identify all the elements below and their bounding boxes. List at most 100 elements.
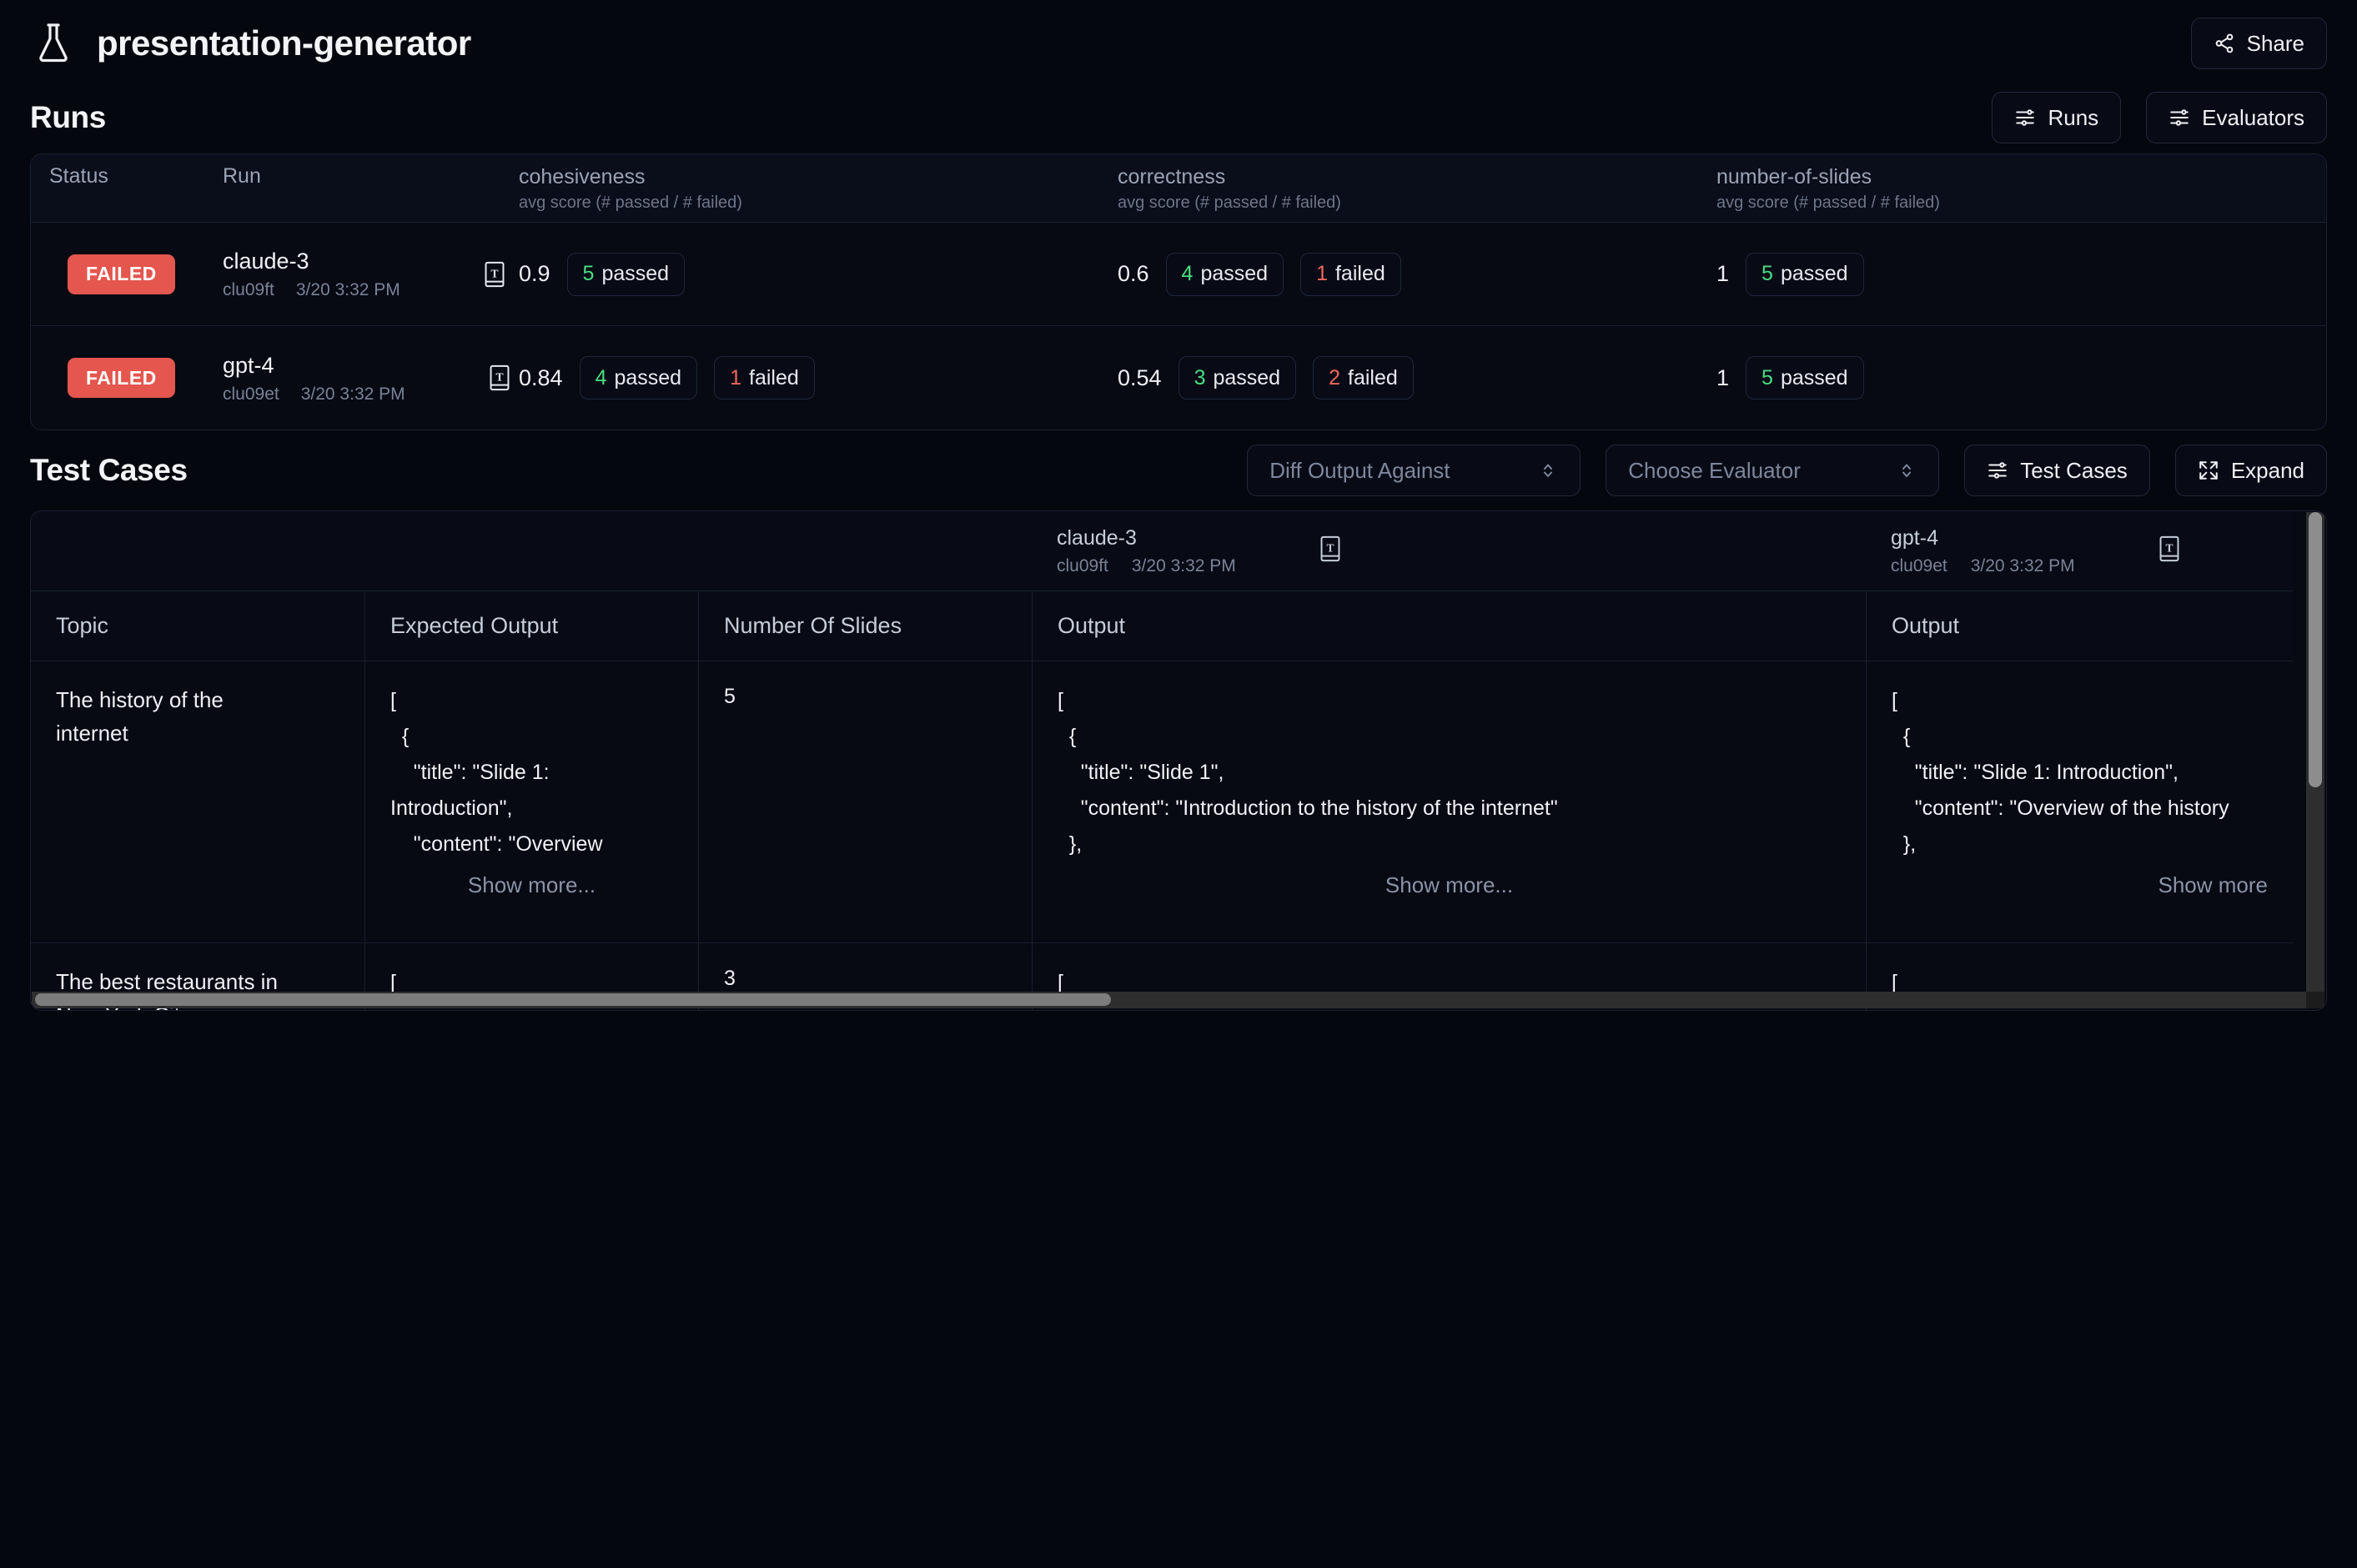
run-timestamp: 3/20 3:32 PM — [1970, 556, 2075, 575]
failed-badge: 1 failed — [1300, 252, 1401, 296]
chevron-updown-icon — [1897, 460, 1917, 480]
chevron-updown-icon — [1538, 460, 1558, 480]
run-metric-cohesiveness: 0.84 4 passed 1 failed — [519, 356, 1118, 400]
metric-score: 0.6 — [1118, 261, 1149, 286]
runs-table-header-row: Status Run cohesiveness avg score (# pas… — [31, 154, 2326, 223]
sliders-icon — [1987, 460, 2008, 481]
run-metric-correctness: 0.6 4 passed 1 failed — [1118, 252, 1716, 296]
run-name: claude-3 — [1057, 526, 1137, 550]
run-id: clu09et — [223, 384, 279, 404]
run-meta: clu09ft 3/20 3:32 PM — [1057, 556, 1236, 576]
run-id: clu09et — [1891, 556, 1947, 575]
cell-number-of-slides: 5 — [698, 661, 1032, 942]
show-more-link[interactable]: Show more... — [1058, 872, 1841, 898]
column-header-expected-output[interactable]: Expected Output — [364, 591, 698, 661]
text-document-icon[interactable]: T — [484, 261, 505, 288]
show-more-link[interactable]: Show more... — [390, 872, 673, 898]
svg-text:T: T — [495, 371, 503, 384]
run-header-claude-3: claude-3 clu09ft 3/20 3:32 PM T — [1032, 511, 1866, 591]
text-document-icon[interactable]: T — [1319, 535, 1341, 566]
text-document-icon[interactable]: T — [2158, 535, 2180, 566]
run-metric-cohesiveness: 0.9 5 passed — [519, 252, 1118, 296]
status-badge: FAILED — [68, 358, 175, 398]
vertical-scrollbar[interactable] — [2306, 512, 2324, 992]
topic-text: The history of the internet — [56, 687, 224, 746]
run-timestamp: 3/20 3:32 PM — [295, 280, 400, 299]
show-more-link[interactable]: Show more — [1892, 872, 2269, 898]
expand-button-label: Expand — [2230, 457, 2304, 483]
run-info-cell: claude-3 clu09ft 3/20 3:32 PM T — [223, 248, 519, 300]
flask-icon — [33, 22, 73, 65]
output-code-gpt-4: [ { "title": "Slide 1: Introduction", "c… — [1892, 689, 2229, 856]
passed-badge: 4 passed — [579, 356, 698, 400]
test-cases-filter-button[interactable]: Test Cases — [1964, 445, 2150, 496]
svg-text:T: T — [1326, 542, 1334, 555]
passed-badge: 5 passed — [566, 252, 686, 296]
run-metric-correctness: 0.54 3 passed 2 failed — [1118, 356, 1716, 400]
failed-badge: 1 failed — [714, 356, 815, 400]
run-metric-number-of-slides: 1 5 passed — [1716, 356, 2326, 400]
run-timestamp: 3/20 3:32 PM — [1131, 556, 1236, 575]
metric-score: 0.84 — [519, 364, 563, 390]
run-name: claude-3 — [223, 249, 309, 274]
metric-score: 0.9 — [519, 261, 550, 286]
runs-header-correctness: correctness avg score (# passed / # fail… — [1118, 165, 1341, 212]
column-header-output-gpt-4[interactable]: Output — [1866, 591, 2293, 661]
run-meta: clu09et 3/20 3:32 PM — [1891, 556, 2075, 576]
column-header-topic[interactable]: Topic — [31, 591, 364, 661]
table-row[interactable]: The history of the internet [ { "title":… — [31, 661, 2293, 943]
runs-filter-label: Runs — [2048, 104, 2099, 130]
run-metric-number-of-slides: 1 5 passed — [1716, 252, 2326, 296]
run-id: clu09ft — [223, 280, 274, 299]
table-row[interactable]: FAILED claude-3 clu09ft 3/20 3:32 PM T 0… — [31, 223, 2326, 326]
expand-icon — [2198, 460, 2219, 481]
test-cases-filter-label: Test Cases — [2020, 457, 2128, 483]
test-cases-run-header-row: claude-3 clu09ft 3/20 3:32 PM T gpt-4 cl… — [31, 511, 2293, 591]
column-header-output-claude-3[interactable]: Output — [1032, 591, 1866, 661]
runs-table: Status Run cohesiveness avg score (# pas… — [30, 153, 2327, 430]
run-header-spacer-topic — [31, 511, 364, 591]
share-button-label: Share — [2246, 30, 2304, 56]
expand-button[interactable]: Expand — [2174, 445, 2327, 496]
horizontal-scrollbar[interactable] — [32, 992, 2306, 1008]
test-cases-grid: claude-3 clu09ft 3/20 3:32 PM T gpt-4 cl… — [31, 511, 2293, 1010]
run-timestamp: 3/20 3:32 PM — [300, 384, 405, 404]
cell-output-claude-3: [ { "title": "Slide 1", "content": "Intr… — [1032, 661, 1866, 942]
text-document-icon[interactable]: T — [489, 364, 510, 391]
output-code-claude-3: [ { "title": "Slide 1", "content": "Intr… — [1058, 689, 1558, 856]
test-cases-section-header: Test Cases Diff Output Against Choose Ev… — [30, 430, 2327, 510]
vertical-scrollbar-thumb[interactable] — [2309, 512, 2322, 787]
sliders-icon — [2014, 107, 2036, 128]
evaluators-filter-button[interactable]: Evaluators — [2146, 92, 2327, 143]
metric-score: 1 — [1716, 261, 1730, 286]
passed-badge: 5 passed — [1746, 356, 1864, 400]
test-cases-scroll-area[interactable]: claude-3 clu09ft 3/20 3:32 PM T gpt-4 cl… — [31, 511, 2326, 1010]
svg-text:T: T — [490, 267, 498, 279]
run-header-spacer-slides — [698, 511, 1032, 591]
metric-score: 1 — [1716, 364, 1730, 390]
runs-header-cohesiveness: cohesiveness avg score (# passed / # fai… — [519, 165, 742, 212]
status-badge: FAILED — [68, 254, 175, 294]
top-bar: presentation-generator Share — [30, 0, 2327, 82]
app-root: presentation-generator Share Runs Runs E… — [0, 0, 2357, 1568]
metric-score: 0.54 — [1118, 364, 1162, 390]
diff-output-against-select[interactable]: Diff Output Against — [1247, 445, 1581, 496]
cell-output-gpt-4: [ { "title": "Slide 1: Introduction", "c… — [1866, 661, 2293, 942]
scrollbar-corner — [2306, 992, 2324, 1008]
number-of-slides-value: 5 — [724, 685, 736, 708]
failed-badge: 2 failed — [1313, 356, 1414, 400]
share-button[interactable]: Share — [2190, 18, 2327, 69]
horizontal-scrollbar-thumb[interactable] — [35, 993, 1111, 1006]
run-info-cell: gpt-4 clu09et 3/20 3:32 PM T — [223, 352, 519, 405]
runs-heading: Runs — [30, 100, 106, 134]
column-header-number-of-slides[interactable]: Number Of Slides — [698, 591, 1032, 661]
evaluators-filter-label: Evaluators — [2202, 104, 2304, 130]
test-cases-column-header-row: Topic Expected Output Number Of Slides O… — [31, 591, 2293, 661]
runs-filter-button[interactable]: Runs — [1992, 92, 2122, 143]
table-row[interactable]: FAILED gpt-4 clu09et 3/20 3:32 PM T 0.84… — [31, 326, 2326, 430]
expected-output-code: [ { "title": "Slide 1: Introduction", "c… — [390, 689, 603, 856]
runs-section-header: Runs Runs Evaluators — [30, 82, 2327, 153]
passed-badge: 5 passed — [1746, 252, 1864, 296]
run-name: gpt-4 — [223, 352, 274, 378]
choose-evaluator-select[interactable]: Choose Evaluator — [1606, 445, 1940, 496]
